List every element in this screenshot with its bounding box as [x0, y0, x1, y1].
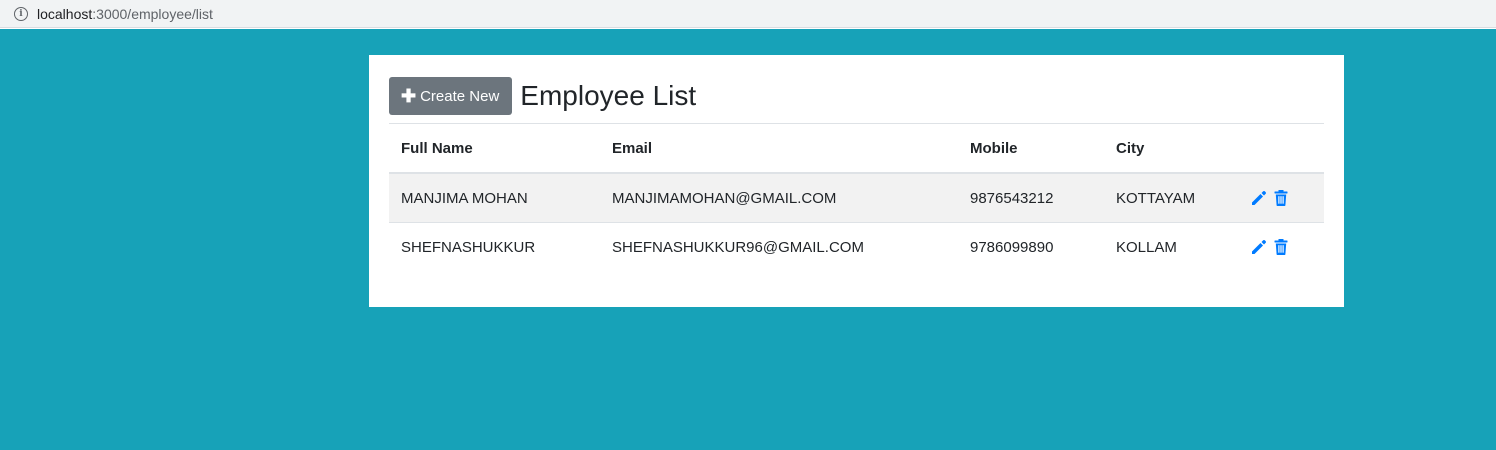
- card-header: ✚ Create New Employee List: [389, 77, 1324, 124]
- column-header-mobile: Mobile: [958, 124, 1104, 174]
- url-path: :3000/employee/list: [92, 5, 213, 22]
- cell-mobile: 9876543212: [958, 172, 1104, 223]
- address-bar[interactable]: i localhost:3000/employee/list: [0, 0, 1496, 28]
- cell-email: SHEFNASHUKKUR96@GMAIL.COM: [600, 222, 958, 271]
- trash-icon[interactable]: [1272, 189, 1290, 207]
- pencil-icon[interactable]: [1250, 189, 1268, 207]
- cell-city: KOLLAM: [1104, 222, 1238, 271]
- cell-actions: [1238, 172, 1324, 223]
- employee-card: ✚ Create New Employee List Full Name Ema…: [369, 55, 1344, 307]
- cell-full-name: MANJIMA MOHAN: [389, 172, 600, 223]
- trash-icon[interactable]: [1272, 238, 1290, 256]
- cell-actions: [1238, 222, 1324, 271]
- cell-city: KOTTAYAM: [1104, 172, 1238, 223]
- page-title: Employee List: [520, 80, 697, 111]
- pencil-icon[interactable]: [1250, 238, 1268, 256]
- column-header-email: Email: [600, 124, 958, 174]
- table-header-row: Full Name Email Mobile City: [389, 124, 1324, 174]
- plus-icon: ✚: [401, 86, 417, 106]
- table-row: SHEFNASHUKKUR SHEFNASHUKKUR96@GMAIL.COM …: [389, 222, 1324, 271]
- column-header-city: City: [1104, 124, 1238, 174]
- cell-mobile: 9786099890: [958, 222, 1104, 271]
- info-icon[interactable]: i: [14, 6, 28, 21]
- create-new-label: Create New: [420, 87, 500, 105]
- table-row: MANJIMA MOHAN MANJIMAMOHAN@GMAIL.COM 987…: [389, 172, 1324, 223]
- employee-table: Full Name Email Mobile City MANJIMA MOHA…: [389, 124, 1324, 271]
- create-new-button[interactable]: ✚ Create New: [389, 77, 513, 115]
- cell-email: MANJIMAMOHAN@GMAIL.COM: [600, 172, 958, 223]
- cell-full-name: SHEFNASHUKKUR: [389, 222, 600, 271]
- url-host: localhost: [37, 5, 93, 22]
- column-header-full-name: Full Name: [389, 124, 600, 174]
- column-header-actions: [1238, 124, 1324, 174]
- page-background: ✚ Create New Employee List Full Name Ema…: [0, 29, 1496, 450]
